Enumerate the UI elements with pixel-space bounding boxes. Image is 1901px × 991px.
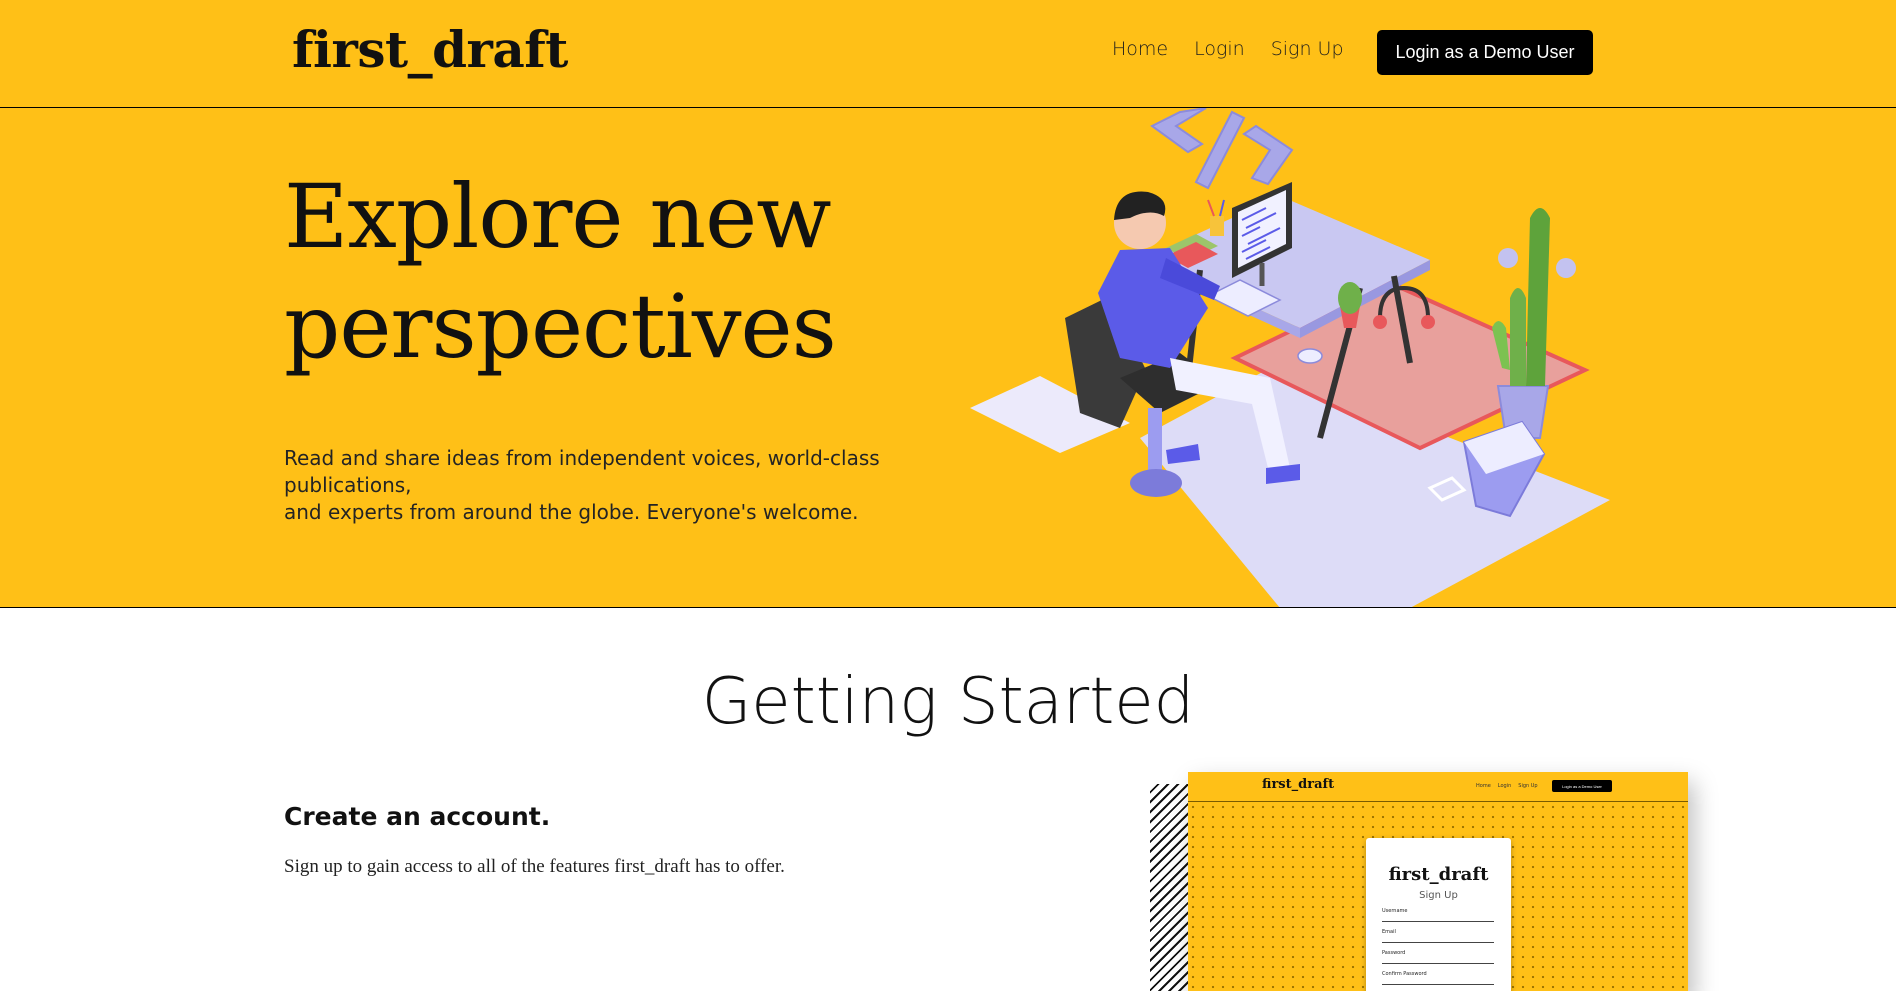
- hero-subtitle: Read and share ideas from independent vo…: [284, 445, 1004, 526]
- big-plant: [1510, 288, 1526, 386]
- getting-started-title: Getting Started: [701, 665, 1195, 739]
- preview-signup-card: first_draft Sign Up Username Email Passw…: [1366, 838, 1511, 991]
- top-navbar: first_draft Home Login Sign Up Login as …: [0, 0, 1896, 108]
- hero-subtitle-line1: Read and share ideas from independent vo…: [284, 446, 880, 497]
- preview-demo-button: Login as a Demo User: [1552, 780, 1612, 792]
- preview-nav-links: Home Login Sign Up: [1476, 783, 1538, 789]
- pencil-cup: [1210, 216, 1224, 236]
- nav-links: Home Login Sign Up: [1112, 38, 1344, 60]
- coffee-cup: [1297, 348, 1323, 364]
- chair-base: [1130, 469, 1182, 497]
- signup-preview-screenshot: first_draft Home Login Sign Up Login as …: [1188, 772, 1688, 991]
- hero-title-line2: perspectives: [284, 275, 837, 378]
- preview-field-username: Username: [1382, 908, 1494, 922]
- preview-field-confirm-password: Confirm Password: [1382, 971, 1494, 985]
- preview-card-subtitle: Sign Up: [1419, 890, 1458, 901]
- preview-link-home: Home: [1476, 783, 1491, 789]
- landing-page: first_draft Home Login Sign Up Login as …: [0, 0, 1901, 991]
- nav-link-home[interactable]: Home: [1112, 38, 1168, 60]
- hero-section: Explore new perspectives Read and share …: [0, 108, 1896, 608]
- preview-navbar: first_draft Home Login Sign Up Login as …: [1188, 772, 1688, 802]
- hero-title: Explore new perspectives: [284, 162, 984, 382]
- desk-plant: [1338, 282, 1362, 314]
- nav-link-signup[interactable]: Sign Up: [1271, 38, 1344, 60]
- preview-link-signup: Sign Up: [1518, 783, 1538, 789]
- preview-field-password: Password: [1382, 950, 1494, 964]
- preview-card-title: first_draft: [1388, 864, 1489, 885]
- preview-brand: first_draft: [1262, 777, 1335, 792]
- demo-login-button[interactable]: Login as a Demo User: [1377, 30, 1593, 75]
- hero-subtitle-line2: and experts from around the globe. Every…: [284, 500, 859, 524]
- preview-field-email: Email: [1382, 929, 1494, 943]
- preview-link-login: Login: [1497, 783, 1512, 789]
- step-title: Create an account.: [284, 802, 551, 831]
- developer-desk-illustration: [970, 108, 1610, 607]
- code-brackets: [1150, 108, 1294, 190]
- nav-link-login[interactable]: Login: [1194, 38, 1245, 60]
- chair-post: [1148, 408, 1162, 478]
- hero-title-line1: Explore new: [284, 165, 832, 268]
- brand-logo[interactable]: first_draft: [292, 20, 568, 80]
- step-description: Sign up to gain access to all of the fea…: [284, 856, 785, 877]
